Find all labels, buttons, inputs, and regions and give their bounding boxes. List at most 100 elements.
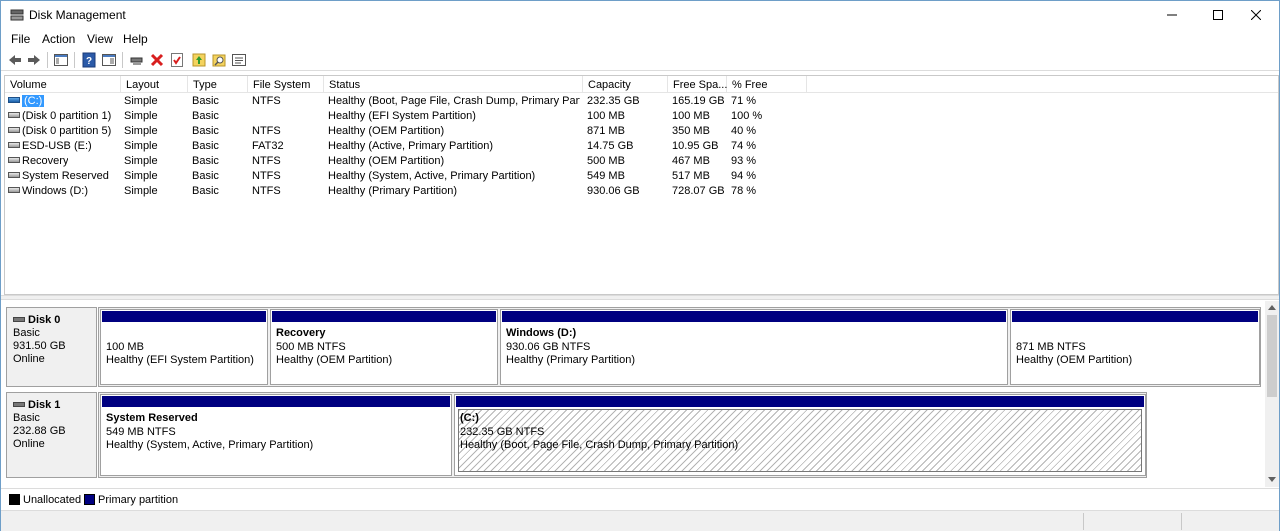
folder-up-icon[interactable]: [191, 52, 207, 68]
volume-capacity: 14.75 GB: [587, 140, 634, 152]
volume-file-system: NTFS: [252, 95, 281, 107]
table-row[interactable]: (Disk 0 partition 1) Simple Basic Health…: [5, 109, 1278, 124]
column-header-file-system[interactable]: File System: [248, 76, 324, 93]
volume-capacity: 232.35 GB: [587, 95, 640, 107]
volume-status: Healthy (Primary Partition): [328, 185, 457, 197]
settings-list-icon[interactable]: [231, 52, 247, 68]
menu-action[interactable]: Action: [42, 32, 75, 46]
scrollbar-thumb[interactable]: [1267, 315, 1277, 397]
partition-block[interactable]: 871 MB NTFS Healthy (OEM Partition): [1010, 309, 1260, 385]
volume-icon: [8, 97, 20, 104]
volume-free-space: 100 MB: [672, 110, 710, 122]
menu-help[interactable]: Help: [123, 32, 148, 46]
table-row[interactable]: System Reserved Simple Basic NTFS Health…: [5, 169, 1278, 184]
column-header-layout[interactable]: Layout: [121, 76, 188, 93]
help-icon[interactable]: ?: [81, 52, 97, 68]
disk-state: Online: [13, 438, 45, 450]
volume-free-space: 10.95 GB: [672, 140, 719, 152]
status-bar-segment: [1181, 513, 1182, 530]
volume-icon: [8, 187, 20, 194]
partition-status: Healthy (Boot, Page File, Crash Dump, Pr…: [460, 439, 739, 451]
window-title: Disk Management: [29, 8, 126, 22]
delete-icon[interactable]: [149, 52, 165, 68]
connect-icon[interactable]: [129, 52, 145, 68]
partition-block[interactable]: System Reserved 549 MB NTFS Healthy (Sys…: [100, 394, 452, 476]
volume-layout: Simple: [124, 140, 158, 152]
volume-layout: Simple: [124, 185, 158, 197]
scroll-up-icon[interactable]: [1268, 305, 1276, 310]
volume-capacity: 100 MB: [587, 110, 625, 122]
partition-size: 930.06 GB NTFS: [506, 340, 591, 353]
partition-status: Healthy (EFI System Partition): [106, 354, 254, 366]
check-icon[interactable]: [169, 52, 185, 68]
partition-block[interactable]: Windows (D:) 930.06 GB NTFS Healthy (Pri…: [500, 309, 1008, 385]
volume-capacity: 930.06 GB: [587, 185, 640, 197]
pane-splitter[interactable]: [1, 295, 1279, 300]
partition-size: 871 MB NTFS: [1016, 340, 1086, 353]
scroll-down-icon[interactable]: [1268, 477, 1276, 482]
toolbar-separator: [74, 52, 75, 68]
menu-view[interactable]: View: [87, 32, 113, 46]
volume-capacity: 500 MB: [587, 155, 625, 167]
disk-size: 931.50 GB: [13, 340, 66, 352]
volume-free-space: 467 MB: [672, 155, 710, 167]
table-row[interactable]: (C:) Simple Basic NTFS Healthy (Boot, Pa…: [5, 94, 1278, 109]
partition-block-selected[interactable]: (C:) 232.35 GB NTFS Healthy (Boot, Page …: [454, 394, 1146, 476]
menu-file[interactable]: File: [11, 32, 30, 46]
disk-1-label[interactable]: Disk 1 Basic 232.88 GB Online: [6, 392, 97, 478]
partition-color-bar: [102, 396, 450, 407]
volume-icon: [8, 142, 20, 149]
column-header-volume[interactable]: Volume: [5, 76, 121, 93]
disk-icon: [13, 401, 25, 407]
volume-icon: [8, 112, 20, 119]
toolbar: ?: [1, 49, 1279, 71]
table-row[interactable]: (Disk 0 partition 5) Simple Basic NTFS H…: [5, 124, 1278, 139]
volume-icon: [8, 127, 20, 134]
disk-type: Basic: [13, 412, 40, 424]
show-hide-console-tree-icon[interactable]: [53, 52, 69, 68]
volume-free-space: 350 MB: [672, 125, 710, 137]
volume-type: Basic: [192, 140, 219, 152]
back-icon[interactable]: [7, 52, 23, 68]
column-header-type[interactable]: Type: [188, 76, 248, 93]
menu-bar: File Action View Help: [1, 29, 1279, 49]
volume-percent-free: 40 %: [731, 125, 757, 137]
column-header-capacity[interactable]: Capacity: [583, 76, 668, 93]
partition-status: Healthy (OEM Partition): [1016, 354, 1133, 366]
disk-size: 232.88 GB: [13, 425, 66, 437]
minimize-button[interactable]: [1149, 1, 1195, 29]
svg-text:?: ?: [86, 56, 92, 67]
disk-0-label[interactable]: Disk 0 Basic 931.50 GB Online: [6, 307, 97, 387]
forward-icon[interactable]: [26, 52, 42, 68]
volume-type: Basic: [192, 185, 219, 197]
partition-color-bar: [272, 311, 496, 322]
vertical-scrollbar[interactable]: [1265, 301, 1279, 487]
volume-file-system: NTFS: [252, 185, 281, 197]
partition-block[interactable]: 100 MB Healthy (EFI System Partition): [100, 309, 268, 385]
maximize-icon: [1213, 10, 1223, 20]
volume-file-system: NTFS: [252, 170, 281, 182]
volume-type: Basic: [192, 95, 219, 107]
column-header-status[interactable]: Status: [324, 76, 583, 93]
partition-color-bar: [102, 311, 266, 322]
table-row[interactable]: Recovery Simple Basic NTFS Healthy (OEM …: [5, 154, 1278, 169]
volume-percent-free: 78 %: [731, 185, 757, 197]
volume-list[interactable]: Volume Layout Type File System Status Ca…: [4, 75, 1279, 295]
partition-block[interactable]: Recovery 500 MB NTFS Healthy (OEM Partit…: [270, 309, 498, 385]
volume-percent-free: 100 %: [731, 110, 763, 122]
volume-capacity: 549 MB: [587, 170, 625, 182]
column-header-percent-free[interactable]: % Free: [727, 76, 807, 93]
table-row[interactable]: Windows (D:) Simple Basic NTFS Healthy (…: [5, 184, 1278, 199]
partition-name: [106, 327, 254, 341]
table-row[interactable]: ESD-USB (E:) Simple Basic FAT32 Healthy …: [5, 139, 1278, 154]
volume-layout: Simple: [124, 155, 158, 167]
partition-name: Recovery: [276, 327, 326, 339]
search-folder-icon[interactable]: [211, 52, 227, 68]
volume-layout: Simple: [124, 125, 158, 137]
partition-name: (C:): [460, 412, 479, 424]
properties-icon[interactable]: [101, 52, 117, 68]
volume-name: (Disk 0 partition 1): [22, 110, 112, 122]
column-header-free-space[interactable]: Free Spa...: [668, 76, 727, 93]
close-button[interactable]: [1233, 1, 1279, 29]
volume-percent-free: 94 %: [731, 170, 757, 182]
